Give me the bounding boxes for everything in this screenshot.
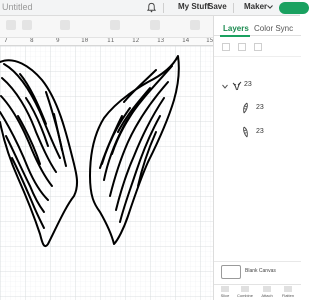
operation-icon[interactable]	[60, 20, 70, 30]
attach-icon	[263, 286, 271, 292]
tab-layers[interactable]: Layers	[223, 24, 249, 33]
tool-label: Attach	[261, 293, 273, 298]
slice-button[interactable]: Slice	[215, 286, 235, 301]
make-it-button[interactable]	[279, 2, 309, 14]
chevron-down-icon[interactable]	[222, 84, 228, 89]
group-icon[interactable]	[222, 43, 230, 51]
canvas-swatch[interactable]	[221, 265, 241, 279]
ruler-tick-label: 15	[206, 38, 213, 44]
ruler-tick-label: 9	[56, 38, 60, 44]
slice-icon	[221, 286, 229, 292]
redo-icon[interactable]	[22, 20, 32, 30]
flatten-icon	[284, 286, 292, 292]
layer-row[interactable]: 23	[214, 124, 301, 144]
chevron-down-icon[interactable]	[267, 5, 273, 9]
tab-color-sync[interactable]: Color Sync	[254, 24, 293, 33]
ruler-tick-label: 8	[30, 38, 34, 44]
ruler-tick-label: 13	[157, 38, 165, 44]
blank-canvas-label: Blank Canvas	[245, 268, 276, 274]
ruler-tick-label: 10	[81, 38, 89, 44]
bell-icon[interactable]	[146, 2, 157, 13]
tool-label: Flatten	[281, 293, 295, 298]
layer-actions	[214, 37, 301, 57]
wing-thumbnail-icon	[232, 81, 242, 91]
layer-label: 23	[256, 104, 264, 111]
divider	[233, 3, 234, 13]
tool-label: Slice	[220, 293, 230, 298]
ruler-tick-label: 7	[4, 38, 8, 44]
tool-label: Combine	[236, 293, 253, 298]
my-stuff-link[interactable]: My Stuff	[178, 2, 210, 11]
size-icon[interactable]	[190, 20, 200, 30]
layer-group-row[interactable]: 23	[214, 78, 301, 98]
bottom-tools: Slice Combine Attach Flatten	[214, 284, 301, 300]
project-title[interactable]: Untitled	[2, 2, 33, 12]
layer-row[interactable]: 23	[214, 100, 301, 120]
canvas-grid	[0, 46, 213, 300]
attach-button[interactable]: Attach	[257, 286, 277, 301]
panel-tabs: Layers Color Sync	[214, 16, 301, 37]
combine-icon	[241, 286, 249, 292]
align-icon[interactable]	[110, 20, 120, 30]
duplicate-icon[interactable]	[254, 43, 262, 51]
layers-panel: Layers Color Sync 23 23 23 Blank Canvas	[213, 16, 301, 300]
layer-label: 23	[244, 81, 252, 88]
undo-icon[interactable]	[6, 20, 16, 30]
top-bar: Untitled My Stuff Save Maker	[0, 0, 309, 16]
ruler-tick-label: 14	[182, 38, 190, 44]
top-ruler: 7 8 9 10 11 12 13 14 15	[0, 38, 213, 46]
machine-selector[interactable]: Maker	[244, 2, 267, 11]
arrange-icon[interactable]	[150, 20, 160, 30]
wing-thumbnail-icon	[243, 126, 248, 138]
design-canvas[interactable]: 7 8 9 10 11 12 13 14 15	[0, 38, 213, 300]
divider	[163, 3, 164, 13]
ruler-tick-label: 12	[132, 38, 140, 44]
save-button[interactable]: Save	[208, 2, 227, 11]
combine-button[interactable]: Combine	[235, 286, 255, 301]
flatten-button[interactable]: Flatten	[278, 286, 298, 301]
blank-canvas-row[interactable]: Blank Canvas	[214, 261, 301, 281]
ruler-tick-label: 11	[107, 38, 115, 44]
wing-thumbnail-icon	[243, 102, 248, 114]
layer-label: 23	[256, 128, 264, 135]
ungroup-icon[interactable]	[238, 43, 246, 51]
edit-toolbar	[0, 16, 213, 38]
